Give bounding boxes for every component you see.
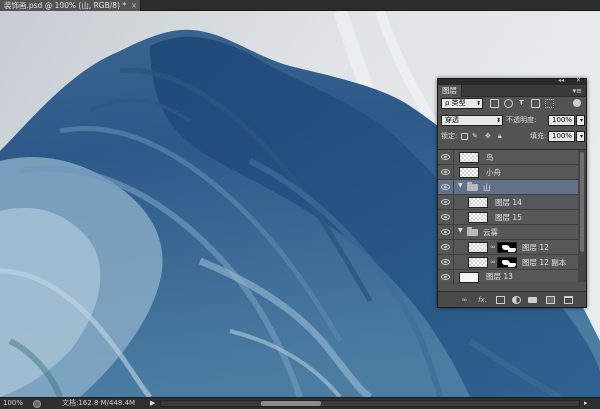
visibility-eye-icon[interactable] [441, 154, 450, 160]
layers-panel-footer: ∞ fx. [438, 291, 586, 307]
visibility-eye-icon[interactable] [441, 244, 450, 250]
document-tab[interactable]: 装饰画.psd @ 100% (山, RGB/8) * × [0, 0, 142, 11]
mask-link-icon[interactable]: ∞ [490, 258, 496, 266]
lock-position-icon[interactable]: ✥ [485, 130, 491, 142]
filter-kind-value: ρ 类型 [445, 99, 466, 107]
layer-row-bird[interactable]: 鸟 [438, 150, 578, 165]
layer-row-layer12-copy[interactable]: ∞ 图层 12 副本 [438, 255, 578, 270]
layer-row-layer15[interactable]: 图层 15 [438, 210, 578, 225]
scroll-right-arrow-icon[interactable]: ▸ [584, 398, 588, 409]
layer-mask-thumbnail[interactable] [497, 242, 517, 253]
document-size-info: 文档:162.8 M/448.4M [62, 399, 136, 407]
status-menu-arrow-icon[interactable]: ▶ [150, 398, 155, 409]
horizontal-scrollbar[interactable] [160, 400, 580, 407]
fill-field[interactable]: 100% [548, 131, 575, 142]
filter-toggle-icon[interactable] [573, 99, 581, 107]
lock-all-icon[interactable]: 🔒︎ [498, 130, 502, 142]
layers-panel: ◂◂ ✕ 图层 ▾≡ ρ 类型 ⬍ T 穿透 ⬍ 不透明度: 100% ▾ 锁定: … [437, 77, 587, 308]
document-tab-title: 装饰画.psd @ 100% (山, RGB/8) * [4, 1, 127, 10]
layer-thumbnail [468, 257, 488, 268]
layer-list: 鸟 小舟 ▼ 山 图层 14 图层 15 ▼ 云雾 ∞ 图层 12 ∞ 图层 1… [438, 149, 586, 285]
visibility-eye-icon[interactable] [441, 229, 450, 235]
filter-kind-select[interactable]: ρ 类型 ⬍ [441, 98, 483, 109]
layer-name: 云雾 [483, 228, 498, 237]
layer-name: 图层 12 [522, 243, 549, 252]
opacity-value: 100% [552, 116, 573, 124]
layer-thumbnail [468, 212, 488, 223]
zoom-level-field[interactable]: 100% [3, 398, 27, 409]
layer-row-layer12[interactable]: ∞ 图层 12 [438, 240, 578, 255]
layer-row-layer14[interactable]: 图层 14 [438, 195, 578, 210]
layer-group-mountain[interactable]: ▼ 山 [438, 180, 578, 195]
opacity-field[interactable]: 100% [548, 115, 575, 126]
fill-label: 填充: [530, 132, 547, 140]
opacity-label: 不透明度: [506, 116, 537, 124]
horizontal-scroll-thumb[interactable] [261, 401, 321, 406]
layer-row-boat[interactable]: 小舟 [438, 165, 578, 180]
layer-name: 图层 15 [495, 213, 522, 222]
layer-thumbnail [468, 242, 488, 253]
fx-icon[interactable]: fx. [478, 296, 487, 304]
visibility-eye-icon[interactable] [441, 259, 450, 265]
lock-fill-row: 锁定: ✎ ✥ 🔒︎ 填充: 100% ▾ [438, 130, 586, 144]
layer-name: 图层 12 副本 [522, 258, 567, 267]
layer-thumbnail [459, 167, 479, 178]
panel-menu-icon[interactable]: ▾≡ [573, 85, 582, 97]
layer-name: 鸟 [486, 153, 494, 162]
status-bar: 100% 文档:162.8 M/448.4M ▶ ▸ [0, 397, 600, 409]
link-layers-icon[interactable]: ∞ [460, 296, 469, 304]
group-expand-caret-icon[interactable]: ▼ [458, 182, 463, 189]
adjustment-layer-icon[interactable] [512, 296, 521, 304]
visibility-eye-icon[interactable] [441, 214, 450, 220]
add-mask-icon[interactable] [496, 296, 505, 304]
status-info-icon[interactable] [33, 400, 41, 408]
visibility-eye-icon[interactable] [441, 169, 450, 175]
visibility-eye-icon[interactable] [441, 274, 450, 280]
layer-filter-row: ρ 类型 ⬍ T [438, 97, 586, 111]
visibility-eye-icon[interactable] [441, 199, 450, 205]
lock-label: 锁定: [441, 132, 458, 140]
mask-link-icon[interactable]: ∞ [490, 243, 496, 251]
blend-mode-value: 穿透 [445, 116, 459, 124]
blend-mode-select[interactable]: 穿透 ⬍ [441, 115, 503, 126]
layer-group-clouds[interactable]: ▼ 云雾 [438, 225, 578, 240]
folder-icon [467, 182, 478, 191]
blend-opacity-row: 穿透 ⬍ 不透明度: 100% ▾ [438, 114, 586, 128]
collapse-panel-icon[interactable]: ◂◂ [558, 77, 564, 84]
lock-transparency-icon[interactable] [461, 133, 468, 140]
group-expand-caret-icon[interactable]: ▼ [458, 227, 463, 234]
delete-layer-icon[interactable] [564, 296, 573, 304]
smart-object-filter-icon[interactable] [545, 99, 554, 108]
layer-name: 图层 13 [486, 272, 513, 281]
tab-layers[interactable]: 图层 [438, 85, 462, 97]
layer-list-scrollbar[interactable] [578, 150, 586, 282]
layer-thumbnail [459, 152, 479, 163]
visibility-eye-icon[interactable] [441, 184, 450, 190]
lock-pixels-icon[interactable]: ✎ [472, 130, 478, 142]
layer-row-layer13[interactable]: 图层 13 [438, 270, 578, 285]
adjustment-filter-icon[interactable] [504, 99, 513, 108]
layer-name: 山 [483, 183, 491, 192]
new-group-icon[interactable] [528, 297, 537, 303]
type-filter-icon[interactable]: T [519, 97, 524, 109]
opacity-slider-button[interactable]: ▾ [576, 115, 585, 126]
fill-value: 100% [552, 132, 573, 140]
close-tab-icon[interactable]: × [131, 0, 137, 11]
layer-name: 图层 14 [495, 198, 522, 207]
layer-thumbnail [468, 197, 488, 208]
close-panel-icon[interactable]: ✕ [576, 77, 581, 84]
panel-header: 图层 ▾≡ [438, 85, 586, 97]
layer-thumbnail [459, 272, 479, 283]
fill-slider-button[interactable]: ▾ [576, 131, 585, 142]
layer-name: 小舟 [486, 168, 501, 177]
document-tab-bar: 装饰画.psd @ 100% (山, RGB/8) * × [0, 0, 600, 11]
layer-mask-thumbnail[interactable] [497, 257, 517, 268]
shape-filter-icon[interactable] [531, 99, 540, 108]
new-layer-icon[interactable] [546, 296, 555, 304]
folder-icon [467, 227, 478, 236]
image-filter-icon[interactable] [490, 99, 499, 108]
